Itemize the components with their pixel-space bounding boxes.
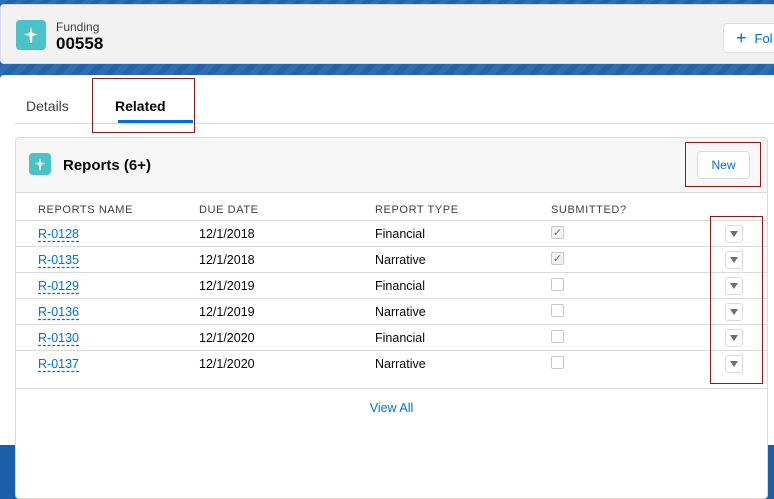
new-button-highlight [685, 142, 761, 187]
related-list-title: Reports (6+) [63, 157, 151, 174]
submitted-checkbox: ✓ [551, 252, 564, 265]
column-header-report-type[interactable]: REPORT TYPE [375, 204, 459, 216]
report-type-cell: Financial [375, 227, 426, 241]
due-date-cell: 12/1/2019 [199, 279, 255, 293]
object-label: Funding [56, 20, 100, 34]
report-type-cell: Financial [375, 331, 426, 345]
due-date-cell: 12/1/2020 [199, 331, 255, 345]
due-date-cell: 12/1/2018 [199, 253, 255, 267]
table-row: R-0129 12/1/2019 Financial [16, 272, 767, 299]
table-row: R-0137 12/1/2020 Narrative [16, 350, 767, 377]
row-actions-highlight [710, 216, 763, 384]
related-tab-highlight [92, 78, 195, 133]
table-row: R-0135 12/1/2018 Narrative ✓ [16, 246, 767, 273]
column-header-due-date[interactable]: DUE DATE [199, 204, 259, 216]
report-name-link[interactable]: R-0129 [38, 279, 79, 293]
due-date-cell: 12/1/2018 [199, 227, 255, 241]
related-list-header: Reports (6+) New [16, 138, 767, 193]
record-title: 00558 [56, 34, 104, 53]
table-row: R-0130 12/1/2020 Financial [16, 324, 767, 351]
submitted-checkbox [551, 356, 564, 369]
due-date-cell: 12/1/2019 [199, 305, 255, 319]
submitted-checkbox [551, 330, 564, 343]
tab-details[interactable]: Details [26, 98, 69, 114]
report-name-link[interactable]: R-0135 [38, 253, 79, 267]
table-row: R-0128 12/1/2018 Financial ✓ [16, 220, 767, 247]
submitted-checkbox [551, 304, 564, 317]
report-type-cell: Financial [375, 279, 426, 293]
column-header-name[interactable]: REPORTS NAME [38, 204, 133, 216]
report-type-cell: Narrative [375, 253, 426, 267]
report-type-cell: Narrative [375, 305, 426, 319]
report-type-cell: Narrative [375, 357, 426, 371]
report-name-link[interactable]: R-0137 [38, 357, 79, 371]
submitted-checkbox [551, 278, 564, 291]
related-list-footer: View All [16, 388, 767, 425]
record-header: Funding 00558 + Fol [0, 4, 774, 64]
report-name-link[interactable]: R-0128 [38, 227, 79, 241]
follow-label: Fol [754, 30, 773, 46]
funding-icon [29, 153, 51, 175]
view-all-link[interactable]: View All [16, 401, 767, 415]
follow-button[interactable]: + Fol [723, 23, 774, 53]
report-name-link[interactable]: R-0136 [38, 305, 79, 319]
column-header-submitted[interactable]: SUBMITTED? [551, 204, 627, 216]
reports-related-list: Reports (6+) New REPORTS NAME DUE DATE R… [15, 137, 768, 499]
plus-icon: + [736, 28, 747, 48]
main-panel: Details Related Reports (6+) New REPORTS… [0, 75, 774, 499]
due-date-cell: 12/1/2020 [199, 357, 255, 371]
report-name-link[interactable]: R-0130 [38, 331, 79, 345]
submitted-checkbox: ✓ [551, 226, 564, 239]
funding-icon [16, 20, 46, 50]
table-row: R-0136 12/1/2019 Narrative [16, 298, 767, 325]
